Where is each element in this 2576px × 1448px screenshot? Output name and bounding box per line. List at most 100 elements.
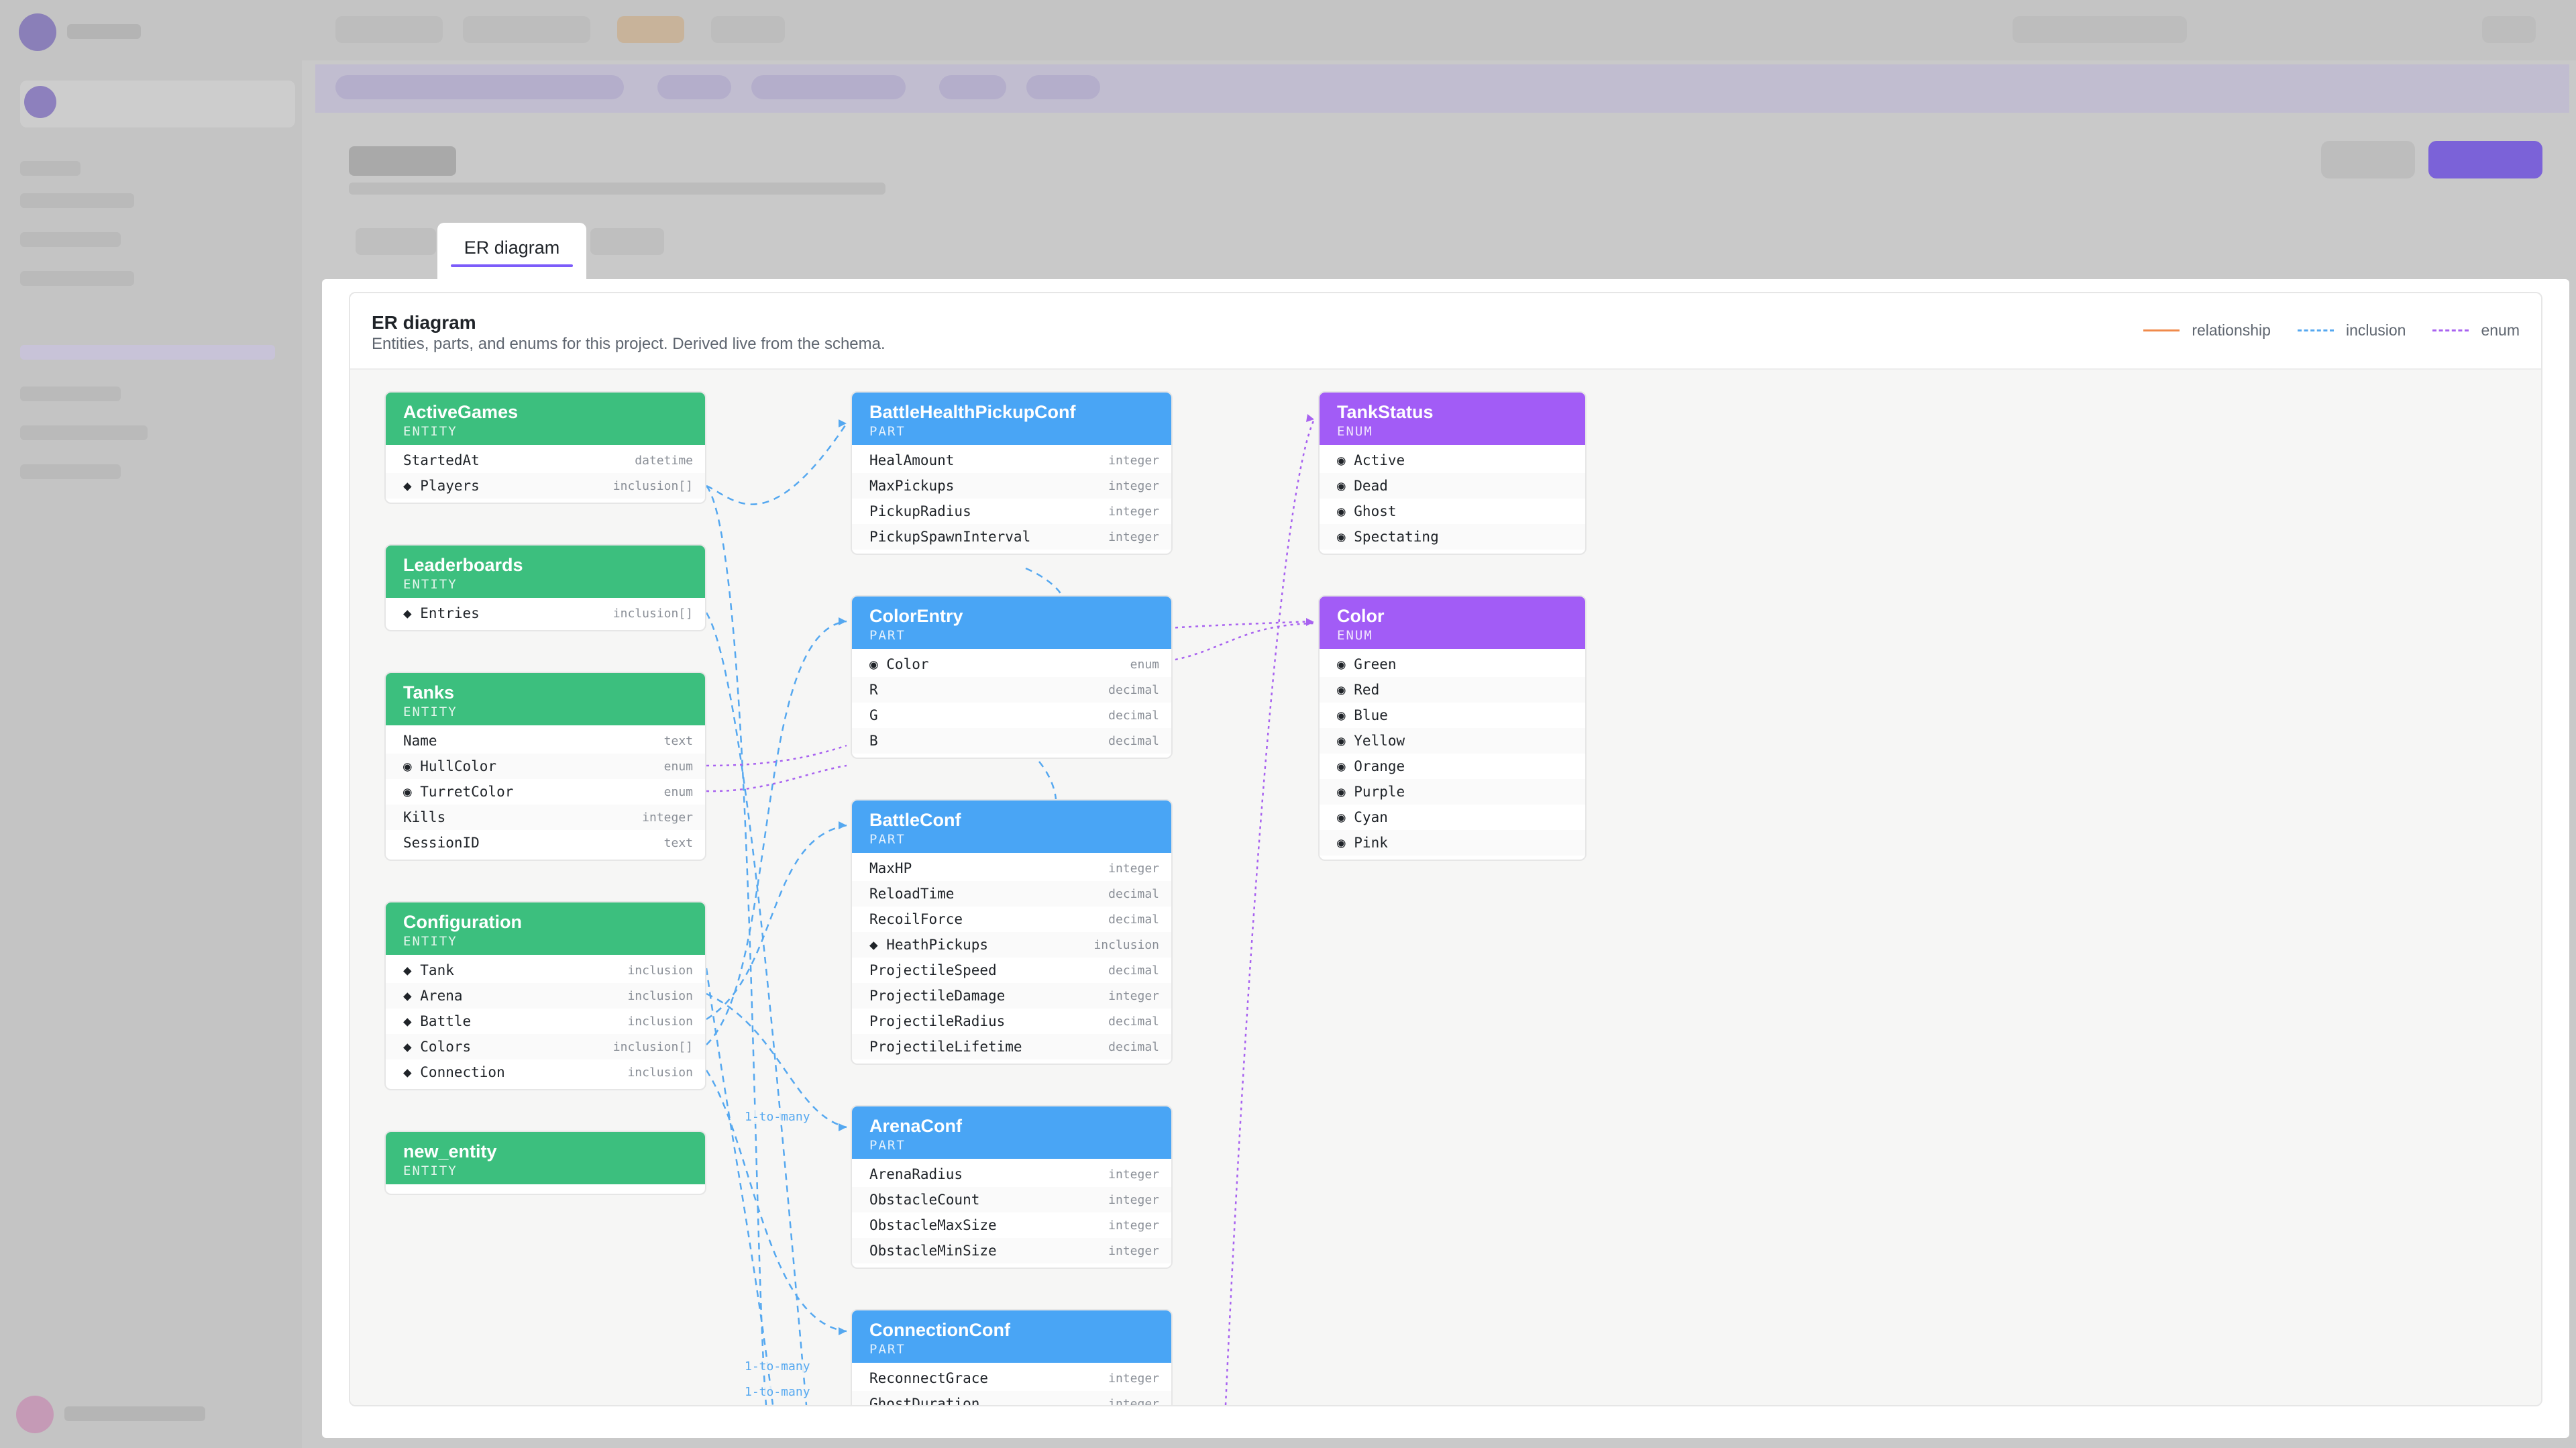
field-row[interactable]: RecoilForce decimal — [852, 907, 1171, 932]
field-name: ◉ Active — [1337, 452, 1405, 468]
topbar-search — [2012, 16, 2187, 43]
node-header[interactable]: TankStatus ENUM — [1320, 393, 1585, 445]
field-row[interactable]: ◉ Blue — [1320, 703, 1585, 728]
node-header[interactable]: Configuration ENTITY — [386, 902, 705, 955]
edge-tank — [705, 968, 774, 1405]
field-row[interactable]: ◉ Green — [1320, 652, 1585, 677]
primary-button — [2428, 141, 2542, 178]
node-header[interactable]: ArenaConf PART — [852, 1106, 1171, 1159]
node-configuration[interactable]: Configuration ENTITY ◆ Tank inclusion ◆ Aren… — [384, 901, 706, 1090]
node-color[interactable]: Color ENUM ◉ Green ◉ Red ◉ Blue ◉ Yellow ◉ Ora… — [1318, 595, 1587, 861]
field-row[interactable]: HealAmount integer — [852, 448, 1171, 473]
node-header[interactable]: Color ENUM — [1320, 597, 1585, 649]
field-row[interactable]: ◉ Red — [1320, 677, 1585, 703]
node-header[interactable]: ActiveGames ENTITY — [386, 393, 705, 445]
node-header[interactable]: ColorEntry PART — [852, 597, 1171, 649]
field-row[interactable]: ◆ Battle inclusion — [386, 1009, 705, 1034]
field-row[interactable]: ◆ Players inclusion[] — [386, 473, 705, 499]
edge-battle — [706, 824, 847, 1021]
legend: relationship inclusion enum — [2116, 321, 2520, 340]
topbar-item — [711, 16, 785, 43]
field-row[interactable]: ◉ Spectating — [1320, 524, 1585, 550]
node-leaderboards[interactable]: Leaderboards ENTITY ◆ Entries inclusion[] — [384, 544, 706, 631]
field-row[interactable]: GhostDuration integer — [852, 1391, 1171, 1405]
node-arenaconf[interactable]: ArenaConf PART ArenaRadius integer ObstacleC… — [851, 1105, 1173, 1269]
field-row[interactable]: ◉ Dead — [1320, 473, 1585, 499]
field-name: ReconnectGrace — [869, 1370, 989, 1386]
field-row[interactable]: ReloadTime decimal — [852, 881, 1171, 907]
node-kind-badge: PART — [869, 1138, 906, 1153]
field-row[interactable]: MaxHP integer — [852, 856, 1171, 881]
field-type: decimal — [1108, 733, 1159, 748]
field-row[interactable]: ◆ Colors inclusion[] — [386, 1034, 705, 1059]
node-colorentry[interactable]: ColorEntry PART ◉ Color enum Rdecimal Gdecima… — [851, 595, 1173, 759]
node-fields: ◉ Green ◉ Red ◉ Blue ◉ Yellow ◉ Orange ◉ Purp… — [1320, 649, 1585, 860]
field-row[interactable]: PickupSpawnInterval integer — [852, 524, 1171, 550]
node-header[interactable]: Leaderboards ENTITY — [386, 546, 705, 598]
field-row[interactable]: ProjectileSpeed decimal — [852, 958, 1171, 983]
field-row[interactable]: ◆ Tank inclusion — [386, 958, 705, 983]
node-kind-badge: ENTITY — [403, 577, 458, 592]
field-row[interactable]: ◉ Ghost — [1320, 499, 1585, 524]
field-row[interactable]: ◉ HullColor enum — [386, 754, 705, 779]
field-row[interactable]: ◉ Orange — [1320, 754, 1585, 779]
field-row[interactable]: SessionID text — [386, 830, 705, 856]
field-row[interactable]: ◆ Arena inclusion — [386, 983, 705, 1009]
field-row[interactable]: ◉ Color enum — [852, 652, 1171, 677]
node-header[interactable]: ConnectionConf PART — [852, 1310, 1171, 1363]
node-battlehealthpickupconf[interactable]: BattleHealthPickupConf PART HealAmount inte… — [851, 391, 1173, 555]
topbar-user — [2482, 16, 2536, 43]
node-battleconf[interactable]: BattleConf PART MaxHP integer ReloadTime deci… — [851, 799, 1173, 1065]
field-type: inclusion — [627, 1065, 693, 1080]
node-kind-badge: ENTITY — [403, 424, 458, 439]
field-row[interactable]: ObstacleMinSize integer — [852, 1238, 1171, 1263]
node-kind-badge: PART — [869, 424, 906, 439]
field-row[interactable]: ◉ TurretColor enum — [386, 779, 705, 805]
edge-colorentry-battle — [1038, 761, 1057, 800]
node-header[interactable]: BattleHealthPickupConf PART — [852, 393, 1171, 445]
field-type: text — [663, 733, 693, 748]
field-name: ◆ Tank — [403, 962, 454, 978]
field-row[interactable]: ◆ Entries inclusion[] — [386, 601, 705, 626]
field-row[interactable]: ◉ Purple — [1320, 779, 1585, 805]
field-row[interactable]: ProjectileDamage integer — [852, 983, 1171, 1009]
field-row[interactable]: ◆ HeathPickups inclusion — [852, 932, 1171, 958]
field-row[interactable]: ObstacleMaxSize integer — [852, 1212, 1171, 1238]
node-connectionconf[interactable]: ConnectionConf PART ReconnectGrace integer G… — [851, 1309, 1173, 1405]
node-header[interactable]: Tanks ENTITY — [386, 673, 705, 725]
page-title — [349, 146, 456, 176]
node-title: Color — [1337, 606, 1385, 626]
node-fields: ◆ Entries inclusion[] — [386, 598, 705, 630]
field-row[interactable]: ObstacleCount integer — [852, 1187, 1171, 1212]
field-row[interactable]: Rdecimal — [852, 677, 1171, 703]
field-row[interactable]: ReconnectGrace integer — [852, 1365, 1171, 1391]
field-row[interactable]: ◉ Pink — [1320, 830, 1585, 856]
field-row[interactable]: ◆ Connection inclusion — [386, 1059, 705, 1085]
node-tankstatus[interactable]: TankStatus ENUM ◉ Active ◉ Dead ◉ Ghost ◉ Spe… — [1318, 391, 1587, 555]
diagram-canvas[interactable]: 1-to-many 1-to-many 1-to-many ActiveGame… — [350, 370, 2541, 1405]
field-row[interactable]: Name text — [386, 728, 705, 754]
node-header[interactable]: BattleConf PART — [852, 800, 1171, 853]
field-row[interactable]: ProjectileRadius decimal — [852, 1009, 1171, 1034]
field-row[interactable]: ◉ Yellow — [1320, 728, 1585, 754]
node-fields: ArenaRadius integer ObstacleCount integer Ob… — [852, 1159, 1171, 1268]
field-type: decimal — [1108, 1039, 1159, 1054]
tab-er-diagram[interactable]: ER diagram — [437, 223, 586, 279]
node-header[interactable]: new_entity ENTITY — [386, 1132, 705, 1184]
field-row[interactable]: ◉ Active — [1320, 448, 1585, 473]
field-row[interactable]: ◉ Cyan — [1320, 805, 1585, 830]
node-new-entity[interactable]: new_entity ENTITY — [384, 1131, 706, 1195]
field-row[interactable]: PickupRadius integer — [852, 499, 1171, 524]
field-row[interactable]: ProjectileLifetime decimal — [852, 1034, 1171, 1059]
node-tanks[interactable]: Tanks ENTITY Name text ◉ HullColor enum ◉ Turr… — [384, 672, 706, 861]
breadcrumb-item — [939, 75, 1006, 99]
node-title: ColorEntry — [869, 606, 963, 626]
field-row[interactable]: Kills integer — [386, 805, 705, 830]
field-row[interactable]: Bdecimal — [852, 728, 1171, 754]
field-row[interactable]: MaxPickups integer — [852, 473, 1171, 499]
field-row[interactable]: Gdecimal — [852, 703, 1171, 728]
field-row[interactable]: ArenaRadius integer — [852, 1161, 1171, 1187]
node-activegames[interactable]: ActiveGames ENTITY StartedAt datetime ◆ Play… — [384, 391, 706, 504]
field-name: ◉ Spectating — [1337, 529, 1439, 545]
field-row[interactable]: StartedAt datetime — [386, 448, 705, 473]
